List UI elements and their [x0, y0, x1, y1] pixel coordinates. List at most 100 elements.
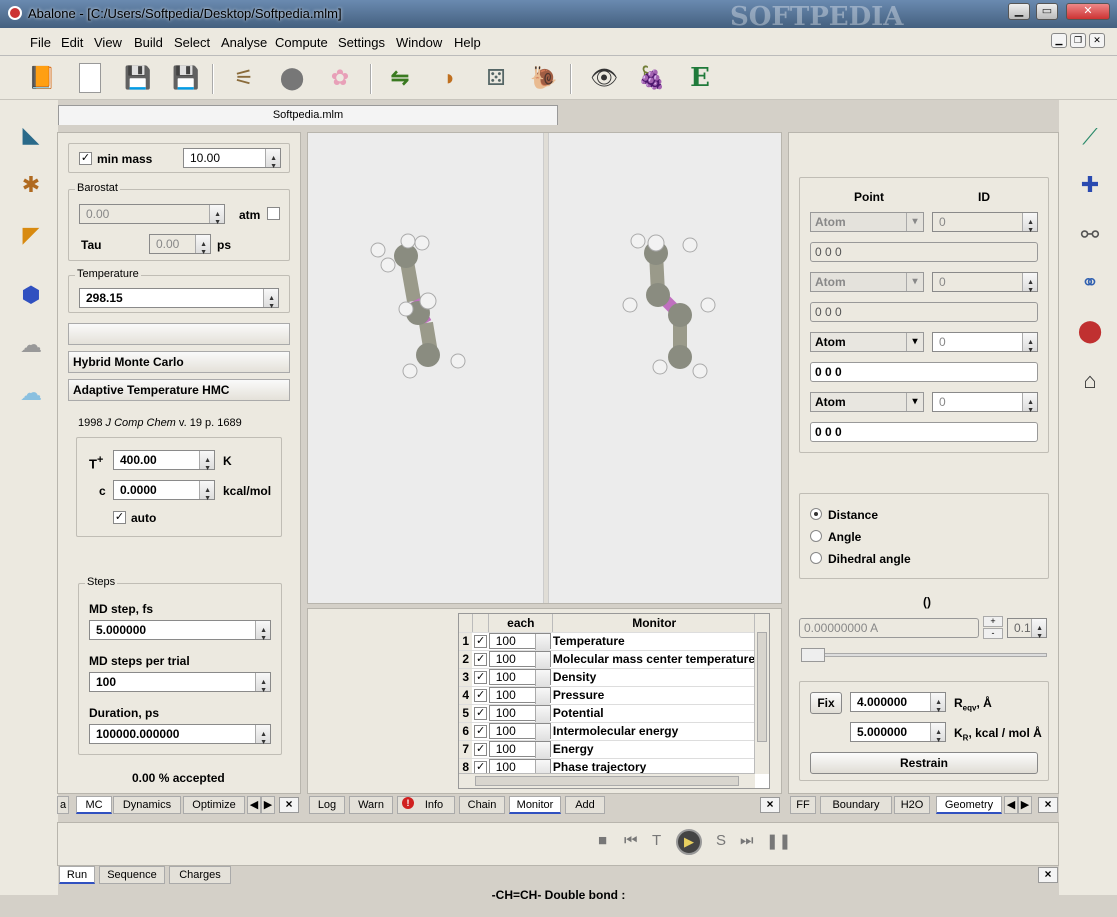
- home-icon[interactable]: ⌂: [1073, 364, 1107, 398]
- snail-icon[interactable]: 🐌: [528, 62, 560, 94]
- new-document-icon[interactable]: [74, 62, 106, 94]
- tau-input[interactable]: ▲ ▼ 0.00: [149, 234, 211, 256]
- row-checkbox[interactable]: ✓: [474, 760, 488, 774]
- atm-checkbox[interactable]: [267, 207, 280, 220]
- tab-chain[interactable]: Chain: [459, 796, 505, 814]
- point4-atom-select[interactable]: Atom: [810, 392, 924, 412]
- document-tab[interactable]: Softpedia.mlm: [58, 105, 558, 125]
- point2-coords[interactable]: 0 0 0: [810, 302, 1038, 322]
- grapes-icon[interactable]: 🍇: [636, 62, 668, 94]
- menu-help[interactable]: Help: [454, 35, 481, 50]
- table-row[interactable]: 7 ✓ 100 Energy: [459, 740, 755, 759]
- s-control[interactable]: S: [716, 832, 726, 849]
- menu-build[interactable]: Build: [134, 35, 163, 50]
- step-end-icon[interactable]: ⏭: [740, 832, 754, 849]
- dice-icon[interactable]: ⚄: [480, 62, 512, 94]
- tab-scroll-left[interactable]: ◀: [1004, 796, 1018, 814]
- menu-file[interactable]: File: [30, 35, 51, 50]
- horizontal-scrollbar[interactable]: [459, 773, 755, 788]
- athmc-header[interactable]: Adaptive Temperature HMC: [68, 379, 290, 401]
- each-input[interactable]: 100: [488, 633, 551, 649]
- mdi-restore-button[interactable]: ❐: [1070, 33, 1086, 48]
- tab-mc[interactable]: MC: [76, 796, 112, 814]
- req-input[interactable]: ▲ ▼ 4.000000: [850, 692, 946, 714]
- point2-atom-select[interactable]: Atom: [810, 272, 924, 292]
- row-checkbox[interactable]: ✓: [474, 688, 488, 702]
- kr-input[interactable]: ▲ ▼ 5.000000: [850, 722, 946, 744]
- restrain-button[interactable]: Restrain: [810, 752, 1038, 774]
- surface-outline-icon[interactable]: ☁: [14, 328, 48, 362]
- menu-settings[interactable]: Settings: [338, 35, 385, 50]
- monitor-close-button[interactable]: ×: [760, 797, 780, 813]
- value-slider-track[interactable]: [801, 653, 1047, 657]
- tab-log[interactable]: Log: [309, 796, 345, 814]
- close-button[interactable]: ✕: [1066, 3, 1110, 20]
- triangle-ruler-icon[interactable]: ◣: [14, 118, 48, 152]
- row-checkbox[interactable]: ✓: [474, 634, 488, 648]
- tab-warn[interactable]: Warn: [349, 796, 393, 814]
- molecule-viewport[interactable]: [307, 132, 782, 604]
- step-input[interactable]: ▲ ▼ 0.10: [1007, 618, 1047, 640]
- right-panel-close-button[interactable]: ×: [1038, 797, 1058, 813]
- tab-a[interactable]: a: [57, 796, 69, 814]
- each-input[interactable]: 100: [488, 723, 551, 739]
- tab-sequence[interactable]: Sequence: [99, 866, 165, 884]
- tab-boundary[interactable]: Boundary: [820, 796, 892, 814]
- tab-monitor[interactable]: Monitor: [509, 796, 561, 814]
- point1-coords[interactable]: 0 0 0: [810, 242, 1038, 262]
- play-icon[interactable]: ▶: [676, 829, 702, 855]
- point3-coords[interactable]: 0 0 0: [810, 362, 1038, 382]
- eye-icon[interactable]: 👁: [588, 62, 620, 94]
- menu-view[interactable]: View: [94, 35, 122, 50]
- point4-coords[interactable]: 0 0 0: [810, 422, 1038, 442]
- orbitals-icon[interactable]: ✿: [324, 62, 356, 94]
- empty-header-bar[interactable]: [68, 323, 290, 345]
- tab-add[interactable]: Add: [565, 796, 605, 814]
- dihedral-radio[interactable]: [810, 552, 822, 564]
- value-slider-handle[interactable]: [801, 648, 825, 662]
- exchange-icon[interactable]: ⇋: [384, 62, 416, 94]
- tab-charges[interactable]: Charges: [169, 866, 231, 884]
- menu-analyse[interactable]: Analyse: [221, 35, 267, 50]
- vertical-scrollbar[interactable]: [754, 614, 769, 774]
- tab-dynamics[interactable]: Dynamics: [113, 796, 181, 814]
- table-row[interactable]: 3 ✓ 100 Density: [459, 668, 755, 687]
- md-per-trial-input[interactable]: ▲ ▼ 100: [89, 672, 271, 694]
- table-row[interactable]: 1 ✓ 100 Temperature: [459, 632, 755, 651]
- menu-edit[interactable]: Edit: [61, 35, 83, 50]
- pressure-input[interactable]: ▲ ▼ 0.00: [79, 204, 225, 226]
- row-checkbox[interactable]: ✓: [474, 652, 488, 666]
- point2-id-input[interactable]: ▲ ▼ 0: [932, 272, 1038, 294]
- shell-icon[interactable]: ◗: [434, 62, 466, 94]
- surface-solid-icon[interactable]: ☁: [14, 376, 48, 410]
- mdi-close-button[interactable]: ✕: [1089, 33, 1105, 48]
- temperature-input[interactable]: ▲ ▼ 298.15: [79, 288, 279, 310]
- tplus-input[interactable]: ▲ ▼ 400.00: [113, 450, 215, 472]
- atoms-icon[interactable]: ⬤: [1073, 314, 1107, 348]
- spheres-icon[interactable]: ⬤: [276, 62, 308, 94]
- minimize-button[interactable]: ▁: [1008, 3, 1030, 20]
- each-input[interactable]: 100: [488, 705, 551, 721]
- duration-input[interactable]: ▲ ▼ 100000.000000: [89, 724, 271, 746]
- min-mass-input[interactable]: ▲ ▼ 10.00: [183, 148, 281, 170]
- table-row[interactable]: 5 ✓ 100 Potential: [459, 704, 755, 723]
- temperature-control[interactable]: T: [652, 832, 661, 849]
- menu-select[interactable]: Select: [174, 35, 210, 50]
- table-row[interactable]: 6 ✓ 100 Intermolecular energy: [459, 722, 755, 741]
- tab-info[interactable]: ! Info: [397, 796, 455, 814]
- point1-id-input[interactable]: ▲ ▼ 0: [932, 212, 1038, 234]
- save-icon[interactable]: 💾: [122, 62, 154, 94]
- md-step-input[interactable]: ▲ ▼ 5.000000: [89, 620, 271, 642]
- run-panel-close-button[interactable]: ×: [1038, 867, 1058, 883]
- each-input[interactable]: 100: [488, 741, 551, 757]
- tab-scroll-right[interactable]: ▶: [261, 796, 275, 814]
- tab-run[interactable]: Run: [59, 866, 95, 884]
- each-input[interactable]: 100: [488, 687, 551, 703]
- left-panel-close-button[interactable]: ×: [279, 797, 299, 813]
- maximize-button[interactable]: ▭: [1036, 3, 1058, 20]
- open-book-icon[interactable]: 📙: [26, 62, 58, 94]
- arrow-corner-icon[interactable]: ◤: [14, 218, 48, 252]
- tab-optimize[interactable]: Optimize: [183, 796, 245, 814]
- row-checkbox[interactable]: ✓: [474, 724, 488, 738]
- table-row[interactable]: 4 ✓ 100 Pressure: [459, 686, 755, 705]
